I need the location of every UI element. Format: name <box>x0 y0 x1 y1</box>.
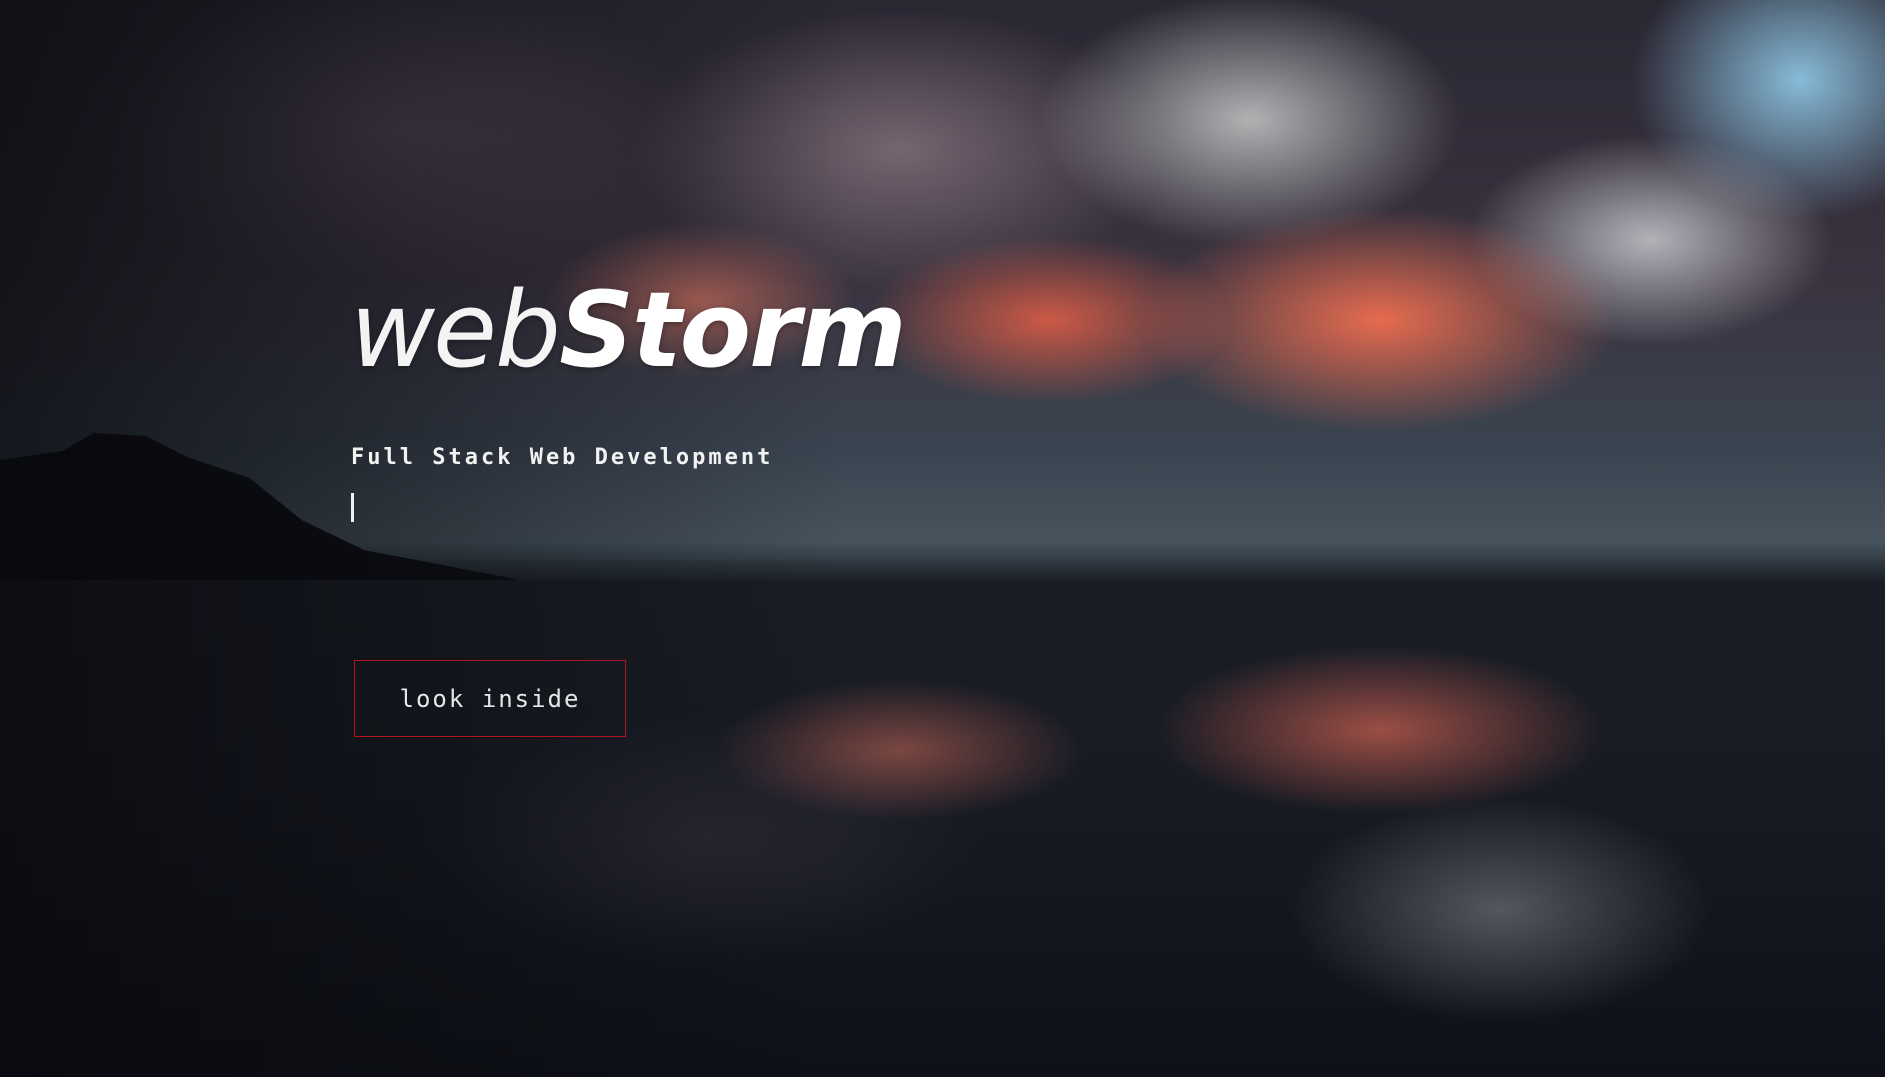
typing-cursor <box>351 493 354 522</box>
tagline: Full Stack Web Development <box>351 445 774 470</box>
hero-section: webStorm Full Stack Web Development look… <box>0 0 1885 1077</box>
brand-logo-bold: Storm <box>559 269 907 391</box>
look-inside-button[interactable]: look inside <box>354 660 626 737</box>
dark-overlay <box>0 0 1885 1077</box>
brand-logo: webStorm <box>350 278 907 382</box>
brand-logo-light: web <box>350 269 561 391</box>
